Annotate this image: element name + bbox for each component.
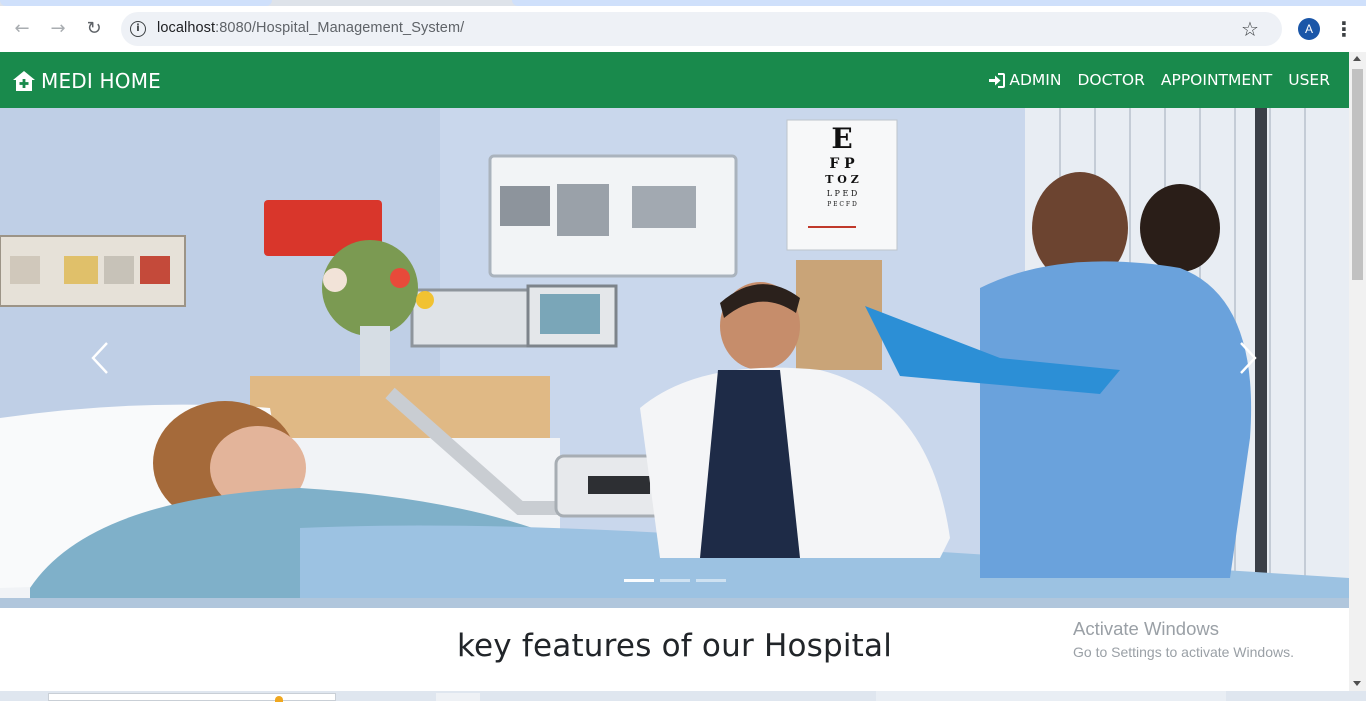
watermark-line-2: Go to Settings to activate Windows. xyxy=(1073,644,1294,660)
hospital-room-photo: E F P T O Z L P E D P E C F D xyxy=(0,108,1349,608)
carousel-indicator[interactable] xyxy=(624,579,654,582)
carousel-next-button[interactable] xyxy=(1218,326,1278,390)
nav-link-admin-label: ADMIN xyxy=(1009,71,1062,89)
url-text[interactable]: localhost:8080/Hospital_Management_Syste… xyxy=(157,20,464,36)
eye-chart-line-5: P E C F D xyxy=(827,201,857,208)
address-bar[interactable]: i localhost:8080/Hospital_Management_Sys… xyxy=(121,12,1282,46)
reload-icon[interactable]: ↻ xyxy=(81,16,107,42)
forward-arrow-icon[interactable]: → xyxy=(45,16,71,42)
watermark-line-1: Activate Windows xyxy=(1073,618,1219,639)
browser-toolbar: ← → ↻ i localhost:8080/Hospital_Manageme… xyxy=(0,6,1366,52)
taskbar-app-icon[interactable] xyxy=(275,696,283,702)
profile-avatar[interactable]: A xyxy=(1298,18,1320,40)
url-path: :8080/Hospital_Management_System/ xyxy=(215,20,465,36)
carousel-indicators xyxy=(624,579,732,582)
chevron-left-icon xyxy=(91,342,108,374)
hero-carousel: E F P T O Z L P E D P E C F D xyxy=(0,108,1349,608)
nav-link-appointment[interactable]: APPOINTMENT xyxy=(1161,71,1272,89)
sign-in-icon xyxy=(989,72,1006,88)
chevron-right-icon xyxy=(1240,342,1257,374)
nav-link-user[interactable]: USER xyxy=(1288,71,1330,89)
windows-activation-watermark: Activate Windows Go to Settings to activ… xyxy=(1073,618,1294,660)
carousel-indicator[interactable] xyxy=(660,579,690,582)
carousel-prev-button[interactable] xyxy=(70,326,130,390)
taskbar-item[interactable] xyxy=(876,691,1226,701)
scroll-down-arrow-icon[interactable] xyxy=(1353,681,1361,686)
scroll-up-arrow-icon[interactable] xyxy=(1353,56,1361,61)
bookmark-star-icon[interactable]: ☆ xyxy=(1241,17,1259,41)
back-arrow-icon[interactable]: ← xyxy=(9,16,35,42)
brand-link[interactable]: MEDI HOME xyxy=(12,68,161,94)
page-scrollbar[interactable] xyxy=(1349,52,1366,695)
eye-chart-line-2: F P xyxy=(829,156,855,172)
nav-links: ADMIN DOCTOR APPOINTMENT USER xyxy=(972,71,1330,89)
kebab-menu-icon[interactable]: ⋮ xyxy=(1334,16,1354,42)
url-host: localhost xyxy=(157,20,216,36)
house-medical-icon xyxy=(13,71,35,91)
eye-chart-line-1: E xyxy=(831,122,852,155)
scrollbar-thumb[interactable] xyxy=(1352,69,1363,280)
site-navbar: MEDI HOME ADMIN DOCTOR APPOINTMENT USER xyxy=(0,52,1349,108)
carousel-indicator[interactable] xyxy=(696,579,726,582)
os-taskbar xyxy=(0,691,1366,702)
site-info-icon[interactable]: i xyxy=(130,21,146,37)
eye-chart-line-4: L P E D xyxy=(827,189,858,198)
brand-name: MEDI HOME xyxy=(41,69,162,93)
taskbar-search[interactable] xyxy=(48,693,336,701)
eye-chart-line-3: T O Z xyxy=(825,173,858,186)
nav-link-admin[interactable]: ADMIN xyxy=(988,71,1061,89)
nav-link-doctor[interactable]: DOCTOR xyxy=(1077,71,1144,89)
taskbar-item[interactable] xyxy=(436,693,480,701)
